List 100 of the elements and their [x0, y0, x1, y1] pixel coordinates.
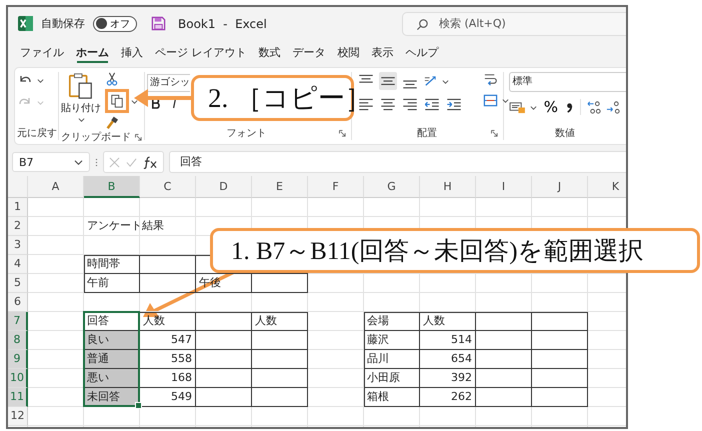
row-header[interactable]: 6	[8, 293, 28, 312]
dialog-launcher-icon[interactable]	[135, 134, 142, 140]
insert-function-icon[interactable]	[143, 156, 158, 168]
table-cell: 547	[140, 331, 196, 350]
table-cell: 人数	[252, 312, 308, 331]
ribbon-tab[interactable]: ファイル	[14, 41, 70, 63]
wrap-text-icon[interactable]	[482, 72, 498, 87]
group-label: 数値	[554, 127, 575, 140]
dialog-launcher-icon[interactable]	[490, 130, 498, 136]
row-header[interactable]: 2	[8, 217, 28, 236]
table-cell: 時間帯	[84, 255, 140, 274]
column-header[interactable]: F	[308, 176, 364, 198]
percent-button[interactable]: %	[540, 98, 561, 116]
save-icon[interactable]	[151, 16, 166, 31]
column-header[interactable]: C	[140, 176, 196, 198]
font-name-dropdown[interactable]: 游ゴシッ	[147, 74, 190, 92]
comma-style-icon[interactable]	[565, 100, 574, 114]
table-cell: 人数	[420, 312, 476, 331]
table-cell: 良い	[84, 331, 140, 350]
table-cell: 悪い	[84, 369, 140, 388]
orientation-icon[interactable]	[422, 74, 438, 88]
window-title: Book1 - Excel	[178, 16, 267, 30]
ribbon-tab[interactable]: 挿入	[115, 41, 149, 63]
table-cell: 午前	[84, 274, 140, 293]
dialog-launcher-icon[interactable]	[338, 130, 346, 136]
table-cell: 普通	[84, 350, 140, 369]
caret-icon[interactable]	[530, 104, 537, 110]
excel-logo-icon	[18, 16, 33, 31]
name-box[interactable]: B7	[12, 152, 90, 172]
column-header[interactable]: A	[28, 176, 84, 198]
column-header[interactable]: K	[588, 176, 626, 198]
ribbon-tab[interactable]: 表示	[366, 41, 400, 63]
search-field[interactable]: 検索 (Alt+Q)	[402, 12, 626, 36]
row-header[interactable]: 11	[8, 388, 28, 407]
ribbon-tab[interactable]: ホーム	[70, 41, 115, 63]
decrease-decimal-icon[interactable]	[606, 100, 621, 114]
column-header[interactable]: G	[364, 176, 420, 198]
column-header[interactable]: J	[532, 176, 588, 198]
cell-reference: B7	[19, 156, 34, 168]
ribbon-tab[interactable]: 数式	[252, 41, 286, 63]
bold-icon[interactable]	[151, 98, 160, 109]
table-cell: 品川	[364, 350, 420, 369]
caret-icon[interactable]	[78, 116, 84, 123]
table-cell: 人数	[140, 312, 196, 331]
table-cell: 小田原	[364, 369, 420, 388]
group-label: 元に戻す	[17, 126, 56, 140]
row-header[interactable]: 8	[8, 331, 28, 350]
table-cell: 168	[140, 369, 196, 388]
caret-icon[interactable]	[502, 97, 509, 104]
group-label: フォント	[226, 127, 266, 140]
table-cell: 654	[420, 350, 476, 369]
alignment-icon[interactable]	[378, 72, 397, 90]
table-cell: 392	[420, 369, 476, 388]
ribbon-tab[interactable]: 校閲	[332, 41, 366, 63]
search-icon	[416, 18, 429, 30]
autosave-label: 自動保存	[41, 16, 85, 31]
column-header[interactable]: H	[420, 176, 476, 198]
column-header[interactable]: I	[476, 176, 532, 198]
table-cell: 558	[140, 350, 196, 369]
row-header[interactable]: 5	[8, 274, 28, 293]
merge-cells-icon[interactable]	[482, 93, 498, 108]
row-header[interactable]: 10	[8, 369, 28, 388]
table-cell: 514	[420, 331, 476, 350]
table-cell: 箱根	[364, 388, 420, 407]
row-header[interactable]: 9	[8, 350, 28, 369]
column-header[interactable]: E	[252, 176, 308, 198]
callout-box: 1. B7～B11(回答～未回答)を範囲選択	[210, 228, 700, 273]
table-cell: 会場	[364, 312, 420, 331]
format-painter-icon[interactable]	[105, 116, 119, 130]
row-header[interactable]: 4	[8, 255, 28, 274]
cell-text: アンケート結果	[87, 218, 164, 234]
callout-box: 2. ［コピー］	[191, 75, 354, 121]
ribbon-tab[interactable]: ヘルプ	[400, 41, 444, 63]
table-cell: 262	[420, 388, 476, 407]
ribbon-tab[interactable]: ページ レイアウト	[149, 41, 252, 63]
row-header[interactable]: 3	[8, 236, 28, 255]
paste-label[interactable]: 貼り付け	[61, 101, 101, 115]
column-header[interactable]: B	[84, 176, 140, 198]
copy-button[interactable]	[105, 89, 129, 113]
check-icon[interactable]	[126, 156, 137, 168]
table-cell: 藤沢	[364, 331, 420, 350]
autosave-toggle[interactable]: オフ	[93, 16, 137, 32]
formula-field[interactable]: 回答	[169, 151, 626, 173]
number-format-dropdown[interactable]: 標準	[508, 72, 626, 92]
caret-icon[interactable]	[37, 76, 44, 84]
chevron-down-icon[interactable]	[74, 158, 83, 166]
paste-icon[interactable]	[67, 72, 95, 100]
column-header[interactable]: D	[196, 176, 252, 198]
row-header[interactable]: 12	[8, 407, 28, 426]
scissors-icon[interactable]	[105, 72, 119, 86]
group-label: クリップボード	[61, 130, 131, 144]
copy-icon	[110, 94, 124, 108]
increase-decimal-icon[interactable]	[587, 100, 602, 114]
caret-icon[interactable]	[442, 78, 449, 84]
group-label: 配置	[417, 126, 438, 140]
accounting-format-icon[interactable]	[508, 100, 526, 114]
row-header[interactable]: 1	[8, 198, 28, 217]
ribbon-tab[interactable]: データ	[286, 41, 332, 63]
fill-handle[interactable]	[135, 402, 142, 409]
row-header[interactable]: 7	[8, 312, 28, 331]
